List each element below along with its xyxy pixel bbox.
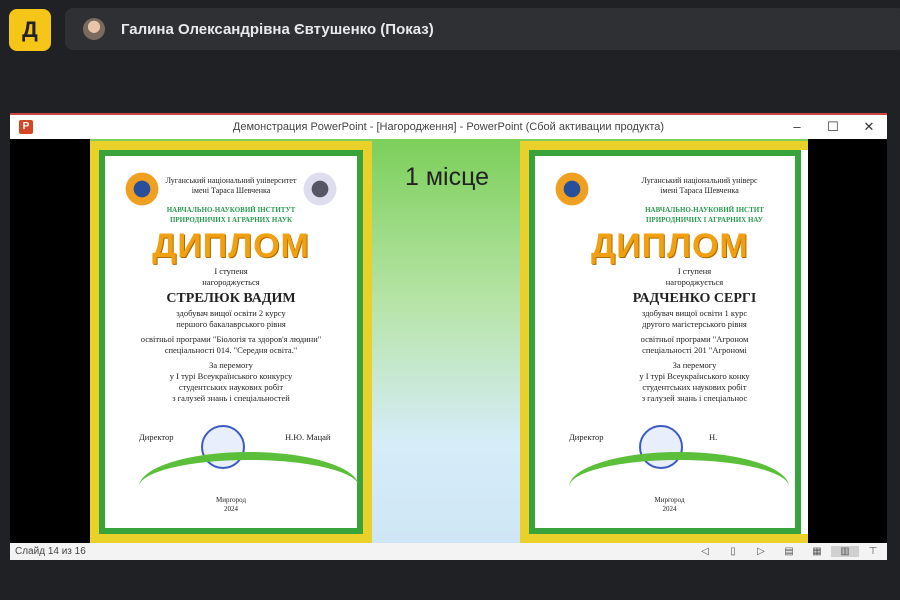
- line: освітньої програми "Агроном: [640, 334, 749, 344]
- diploma-2: Луганський національний універс імені Тар…: [520, 141, 808, 543]
- app-icon[interactable]: Д: [9, 9, 51, 51]
- line: з галузей знань і спеціальнос: [641, 393, 748, 403]
- maximize-button[interactable]: ☐: [815, 115, 851, 139]
- presenter-name: Галина Олександрівна Євтушенко (Показ): [121, 20, 434, 38]
- slideshow-icon[interactable]: ⊤: [859, 546, 887, 557]
- avatar: [83, 18, 105, 40]
- university-emblem-icon: [123, 170, 161, 208]
- awarded: нагороджується: [202, 277, 260, 287]
- diploma-title: ДИПЛОМ: [591, 227, 749, 265]
- university: Луганський національний універс: [641, 176, 758, 185]
- slide-menu-icon[interactable]: ▯: [719, 546, 747, 557]
- presenter-bar: Галина Олександрівна Євтушенко (Показ): [65, 8, 900, 50]
- close-button[interactable]: ✕: [851, 115, 887, 139]
- line: спеціальності 201 "Агрономі: [642, 345, 747, 355]
- year: 2024: [662, 505, 677, 513]
- signer: Н.: [709, 432, 718, 442]
- line: освітньої програми "Біологія та здоров'я…: [140, 334, 322, 344]
- director-label: Директор: [569, 432, 604, 442]
- institute: НАВЧАЛЬНО-НАУКОВИЙ ІНСТИТ: [645, 206, 764, 214]
- line: у І турі Всеукраїнського конку: [639, 371, 750, 381]
- university-2: імені Тараса Шевченка: [660, 186, 739, 195]
- institute: НАВЧАЛЬНО-НАУКОВИЙ ІНСТИТУТ: [166, 206, 296, 214]
- diploma-title: ДИПЛОМ: [152, 227, 310, 265]
- institute-2: ПРИРОДНИЧИХ І АГРАРНИХ НАУ: [645, 216, 763, 224]
- recipient-name: РАДЧЕНКО СЕРГІ: [632, 291, 757, 306]
- slide-sorter-icon[interactable]: ▦: [803, 546, 831, 557]
- city: Миргород: [654, 496, 685, 504]
- previous-slide-icon[interactable]: ◁: [691, 546, 719, 557]
- city: Миргород: [215, 496, 247, 504]
- university-2: імені Тараса Шевченка: [191, 186, 271, 195]
- director-label: Директор: [139, 432, 174, 442]
- awarded: нагороджується: [665, 277, 724, 287]
- line: у І турі Всеукраїнського конкурсу: [169, 371, 293, 381]
- degree: І ступеня: [214, 266, 248, 276]
- year: 2024: [224, 505, 238, 513]
- university: Луганський національний університет: [165, 176, 297, 185]
- diploma-1: Луганський національний університет імені…: [90, 141, 372, 543]
- university-emblem-icon: [553, 170, 591, 208]
- place-label: 1 місце: [405, 163, 490, 191]
- status-bar: Слайд 14 из 16 ◁ ▯ ▷ ▤ ▦ ▥ ⊤: [10, 543, 887, 560]
- line: першого бакалаврського рівня: [176, 319, 286, 329]
- line: спеціальності 014. "Середня освіта.": [164, 345, 298, 355]
- line: з галузей знань і спеціальностей: [172, 393, 290, 403]
- line: другого магістерського рівня: [642, 319, 747, 329]
- reading-view-icon[interactable]: ▥: [831, 546, 859, 557]
- degree: І ступеня: [677, 266, 712, 276]
- normal-view-icon[interactable]: ▤: [775, 546, 803, 557]
- recipient-name: СТРЕЛЮК ВАДИМ: [166, 291, 296, 306]
- next-slide-icon[interactable]: ▷: [747, 546, 775, 557]
- slide: 1 місце Луганський національний універси…: [90, 139, 808, 543]
- line: здобувач вищої освіти 2 курсу: [176, 308, 286, 318]
- line: студентських наукових робіт: [178, 382, 284, 392]
- line: За перемогу: [209, 360, 253, 370]
- institute-2: ПРИРОДНИЧИХ І АГРАРНИХ НАУК: [169, 216, 293, 224]
- title-bar: P Демонстрация PowerPoint - [Нагородженн…: [10, 113, 887, 139]
- line: За перемогу: [672, 360, 717, 370]
- minimize-button[interactable]: –: [779, 115, 815, 139]
- window-title: Демонстрация PowerPoint - [Нагородження]…: [232, 121, 665, 133]
- powerpoint-window: P Демонстрация PowerPoint - [Нагородженн…: [10, 113, 887, 560]
- line: студентських наукових робіт: [642, 382, 747, 392]
- slide-counter: Слайд 14 из 16: [15, 546, 86, 557]
- line: здобувач вищої освіти 1 курс: [641, 308, 748, 318]
- signer: Н.Ю. Мацай: [285, 432, 331, 442]
- institute-emblem-icon: [301, 170, 339, 208]
